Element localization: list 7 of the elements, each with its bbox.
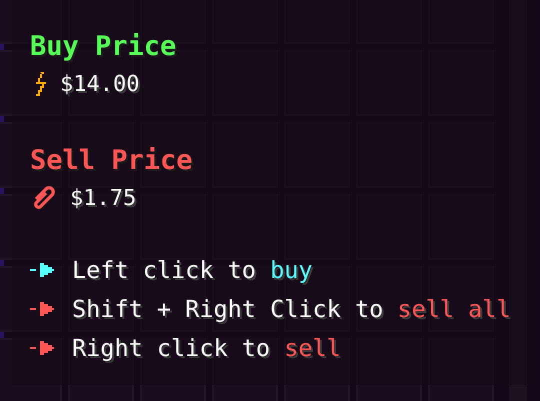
price-heading: Sell Price <box>30 144 193 178</box>
price-value: $1.75 <box>70 186 136 210</box>
instruction-text: Right click to sell <box>72 334 341 362</box>
price-heading: Buy Price <box>30 30 176 64</box>
price-value: $14.00 <box>60 72 140 96</box>
instruction-text: Left click to buy <box>72 256 313 284</box>
instruction-text: Shift + Right Click to sell all <box>72 294 511 322</box>
